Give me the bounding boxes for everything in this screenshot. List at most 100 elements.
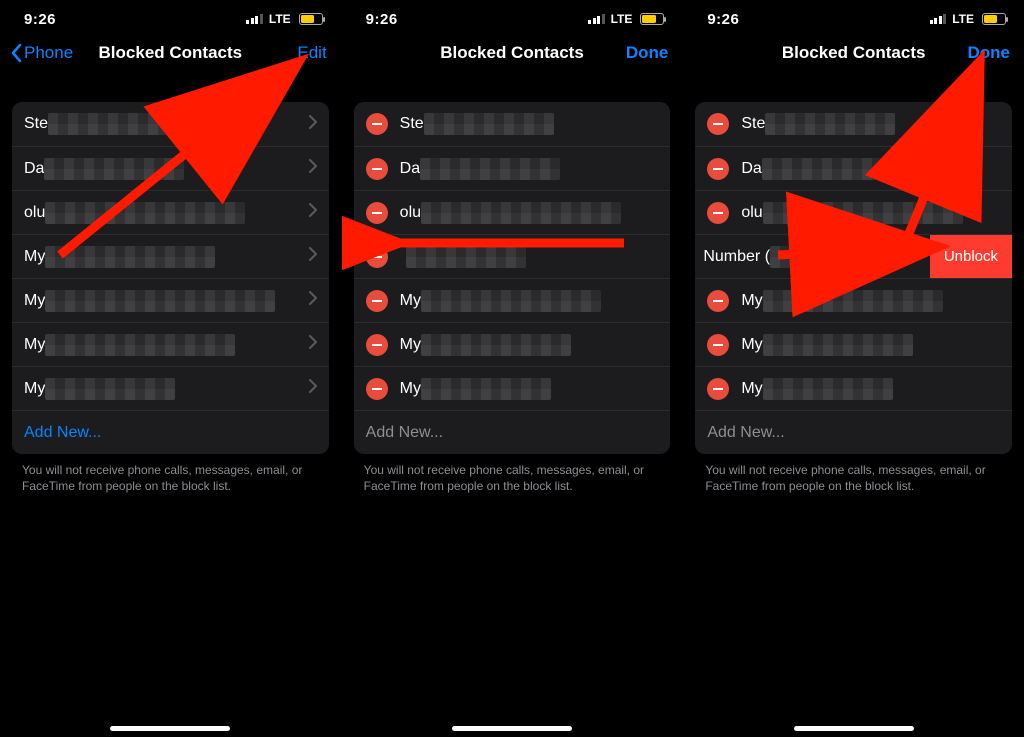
contact-row-edit[interactable]: olu [354, 190, 671, 234]
status-bar: 9:26 LTE [0, 0, 341, 32]
contact-row[interactable]: Ste [12, 102, 329, 146]
redacted-area [421, 290, 601, 312]
nav-bar: Blocked Contacts Done [683, 32, 1024, 76]
phone-screen-3: 9:26 LTE Blocked Contacts Done Ste Da [682, 0, 1024, 737]
contact-row[interactable]: My [12, 366, 329, 410]
redacted-area [421, 378, 551, 400]
chevron-right-icon [309, 115, 317, 134]
status-bar: 9:26 LTE [342, 0, 683, 32]
redacted-area [45, 378, 175, 400]
contact-row[interactable]: Da [12, 146, 329, 190]
blocked-list-swipe: Ste Da olu Number ( Unblock My [695, 102, 1012, 454]
contact-row-edit[interactable]: My [695, 322, 1012, 366]
chevron-right-icon [309, 291, 317, 310]
redacted-area [762, 158, 902, 180]
redacted-area [45, 290, 275, 312]
contact-row[interactable]: My [12, 234, 329, 278]
redacted-area [763, 202, 963, 224]
remove-icon[interactable] [366, 334, 388, 356]
remove-icon[interactable] [366, 246, 388, 268]
signal-icon [588, 14, 605, 24]
contact-row-edit[interactable] [354, 234, 671, 278]
remove-icon[interactable] [707, 202, 729, 224]
add-new-button[interactable]: Add New... [695, 410, 1012, 454]
home-indicator [452, 726, 572, 731]
contact-row-edit[interactable]: olu [695, 190, 1012, 234]
contact-row-edit[interactable]: My [695, 278, 1012, 322]
remove-icon[interactable] [707, 334, 729, 356]
chevron-right-icon [309, 335, 317, 354]
contact-row[interactable]: My [12, 278, 329, 322]
chevron-right-icon [309, 159, 317, 178]
phone-screen-1: 9:26 LTE Phone Blocked Contacts Edit Ste [0, 0, 341, 737]
carrier-label: LTE [269, 12, 291, 26]
contact-row-edit[interactable]: Ste [354, 102, 671, 146]
contact-row-edit[interactable]: Da [695, 146, 1012, 190]
blocked-list-edit: Ste Da olu My [354, 102, 671, 454]
signal-icon [246, 14, 263, 24]
battery-icon [640, 13, 664, 25]
phone-screen-2: 9:26 LTE Blocked Contacts Done Ste Da [341, 0, 683, 737]
remove-icon[interactable] [707, 158, 729, 180]
remove-icon[interactable] [707, 378, 729, 400]
battery-icon [299, 13, 323, 25]
redacted-area [763, 334, 913, 356]
chevron-right-icon [309, 203, 317, 222]
footer-description: You will not receive phone calls, messag… [342, 454, 683, 494]
remove-icon[interactable] [366, 290, 388, 312]
redacted-area [45, 334, 235, 356]
redacted-area [45, 246, 215, 268]
add-new-button[interactable]: Add New... [354, 410, 671, 454]
add-new-button[interactable]: Add New... [12, 410, 329, 454]
redacted-area [44, 158, 184, 180]
remove-icon[interactable] [366, 202, 388, 224]
contact-row[interactable]: olu [12, 190, 329, 234]
chevron-right-icon [309, 379, 317, 398]
nav-bar: Blocked Contacts Done [342, 32, 683, 76]
contact-row-edit[interactable]: My [354, 278, 671, 322]
back-button[interactable]: Phone [10, 43, 73, 63]
redacted-area [763, 290, 943, 312]
redacted-area [48, 113, 178, 135]
redacted-area [770, 246, 840, 268]
status-time: 9:26 [366, 11, 398, 28]
carrier-label: LTE [611, 12, 633, 26]
back-label: Phone [24, 43, 73, 63]
signal-icon [930, 14, 947, 24]
remove-icon[interactable] [707, 113, 729, 135]
chevron-left-icon [10, 43, 22, 63]
status-bar: 9:26 LTE [683, 0, 1024, 32]
contact-row-edit[interactable]: Ste [695, 102, 1012, 146]
footer-description: You will not receive phone calls, messag… [683, 454, 1024, 494]
contact-row-edit[interactable]: My [695, 366, 1012, 410]
redacted-area [763, 378, 893, 400]
redacted-area [765, 113, 895, 135]
remove-icon[interactable] [366, 113, 388, 135]
battery-icon [982, 13, 1006, 25]
redacted-area [420, 158, 560, 180]
blocked-list: Ste Da olu My My [12, 102, 329, 454]
unblock-button[interactable]: Unblock [930, 235, 1012, 278]
status-time: 9:26 [707, 11, 739, 28]
edit-button[interactable]: Edit [297, 43, 326, 63]
carrier-label: LTE [952, 12, 974, 26]
remove-icon[interactable] [366, 158, 388, 180]
remove-icon[interactable] [366, 378, 388, 400]
contact-row-swiped[interactable]: Number ( Unblock [695, 234, 1012, 278]
nav-bar: Phone Blocked Contacts Edit [0, 32, 341, 76]
footer-description: You will not receive phone calls, messag… [0, 454, 341, 494]
redacted-area [421, 334, 571, 356]
contact-row-edit[interactable]: My [354, 366, 671, 410]
contact-row-edit[interactable]: My [354, 322, 671, 366]
done-button[interactable]: Done [968, 43, 1011, 63]
home-indicator [794, 726, 914, 731]
contact-row-edit[interactable]: Da [354, 146, 671, 190]
home-indicator [110, 726, 230, 731]
redacted-area [406, 246, 526, 268]
redacted-area [424, 113, 554, 135]
redacted-area [421, 202, 621, 224]
remove-icon[interactable] [707, 290, 729, 312]
chevron-right-icon [309, 247, 317, 266]
done-button[interactable]: Done [626, 43, 669, 63]
contact-row[interactable]: My [12, 322, 329, 366]
